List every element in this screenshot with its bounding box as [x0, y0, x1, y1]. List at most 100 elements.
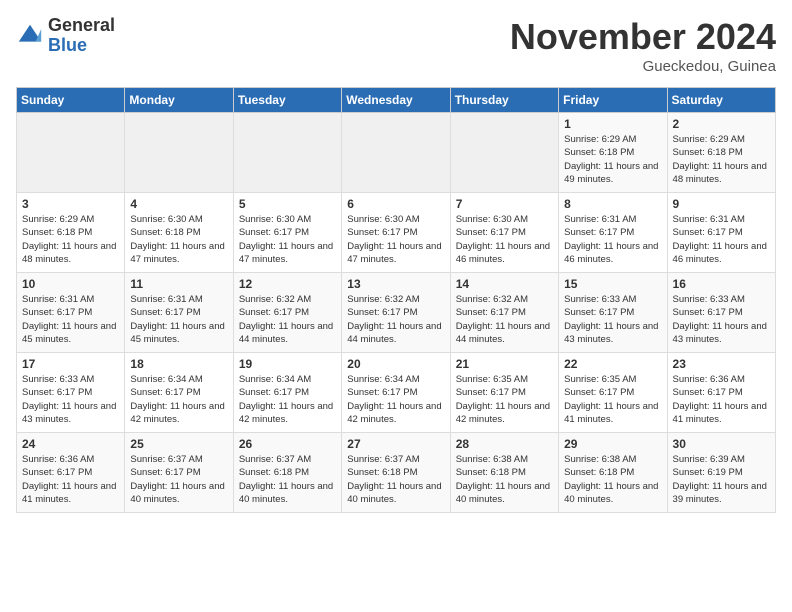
table-row: 1 Sunrise: 6:29 AM Sunset: 6:18 PM Daylig… — [559, 113, 667, 193]
day-number: 28 — [456, 437, 553, 451]
day-number: 4 — [130, 197, 227, 211]
table-row: 4 Sunrise: 6:30 AM Sunset: 6:18 PM Daylig… — [125, 193, 233, 273]
day-info: Sunrise: 6:29 AM Sunset: 6:18 PM Dayligh… — [673, 133, 770, 186]
table-row: 11 Sunrise: 6:31 AM Sunset: 6:17 PM Dayli… — [125, 273, 233, 353]
table-row: 6 Sunrise: 6:30 AM Sunset: 6:17 PM Daylig… — [342, 193, 450, 273]
logo-blue-text: Blue — [48, 36, 115, 56]
table-row: 9 Sunrise: 6:31 AM Sunset: 6:17 PM Daylig… — [667, 193, 775, 273]
day-number: 9 — [673, 197, 770, 211]
day-info: Sunrise: 6:37 AM Sunset: 6:18 PM Dayligh… — [239, 453, 336, 506]
table-row: 19Sunrise: 6:34 AM Sunset: 6:17 PM Dayli… — [233, 353, 341, 433]
day-number: 29 — [564, 437, 661, 451]
table-row: 2 Sunrise: 6:29 AM Sunset: 6:18 PM Daylig… — [667, 113, 775, 193]
logo-icon — [16, 22, 44, 50]
table-row: 17 Sunrise: 6:33 AM Sunset: 6:17 PM Dayli… — [17, 353, 125, 433]
col-sunday: Sunday — [17, 88, 125, 113]
day-info: Sunrise: 6:31 AM Sunset: 6:17 PM Dayligh… — [673, 213, 770, 266]
day-info: Sunrise: 6:34 AM Sunset: 6:17 PM Dayligh… — [347, 373, 444, 426]
day-number: 6 — [347, 197, 444, 211]
table-row: 27 Sunrise: 6:37 AM Sunset: 6:18 PM Dayli… — [342, 433, 450, 513]
location: Gueckedou, Guinea — [510, 58, 776, 75]
calendar-week-row: 3 Sunrise: 6:29 AM Sunset: 6:18 PM Daylig… — [17, 193, 776, 273]
page-header: General Blue November 2024 Gueckedou, Gu… — [16, 16, 776, 75]
col-wednesday: Wednesday — [342, 88, 450, 113]
day-info: Sunrise: 6:29 AM Sunset: 6:18 PM Dayligh… — [564, 133, 661, 186]
day-info: Sunrise: 6:38 AM Sunset: 6:18 PM Dayligh… — [456, 453, 553, 506]
table-row: 13 Sunrise: 6:32 AM Sunset: 6:17 PM Dayli… — [342, 273, 450, 353]
calendar-week-row: 17 Sunrise: 6:33 AM Sunset: 6:17 PM Dayli… — [17, 353, 776, 433]
table-row — [233, 113, 341, 193]
title-block: November 2024 Gueckedou, Guinea — [510, 16, 776, 75]
day-info: Sunrise: 6:30 AM Sunset: 6:18 PM Dayligh… — [130, 213, 227, 266]
day-number: 20 — [347, 357, 444, 371]
day-info: Sunrise: 6:34 AM Sunset: 6:17 PM Dayligh… — [130, 373, 227, 426]
day-info: Sunrise: 6:33 AM Sunset: 6:17 PM Dayligh… — [673, 293, 770, 346]
day-info: Sunrise: 6:31 AM Sunset: 6:17 PM Dayligh… — [22, 293, 119, 346]
day-info: Sunrise: 6:37 AM Sunset: 6:17 PM Dayligh… — [130, 453, 227, 506]
day-number: 22 — [564, 357, 661, 371]
table-row: 21Sunrise: 6:35 AM Sunset: 6:17 PM Dayli… — [450, 353, 558, 433]
day-info: Sunrise: 6:36 AM Sunset: 6:17 PM Dayligh… — [673, 373, 770, 426]
col-tuesday: Tuesday — [233, 88, 341, 113]
day-number: 27 — [347, 437, 444, 451]
day-number: 7 — [456, 197, 553, 211]
day-number: 19 — [239, 357, 336, 371]
table-row: 28 Sunrise: 6:38 AM Sunset: 6:18 PM Dayli… — [450, 433, 558, 513]
logo-general-text: General — [48, 16, 115, 36]
day-info: Sunrise: 6:31 AM Sunset: 6:17 PM Dayligh… — [564, 213, 661, 266]
table-row: 10 Sunrise: 6:31 AM Sunset: 6:17 PM Dayli… — [17, 273, 125, 353]
table-row: 16Sunrise: 6:33 AM Sunset: 6:17 PM Dayli… — [667, 273, 775, 353]
table-row: 20 Sunrise: 6:34 AM Sunset: 6:17 PM Dayli… — [342, 353, 450, 433]
day-number: 8 — [564, 197, 661, 211]
day-number: 12 — [239, 277, 336, 291]
day-number: 1 — [564, 117, 661, 131]
table-row: 25 Sunrise: 6:37 AM Sunset: 6:17 PM Dayli… — [125, 433, 233, 513]
calendar-week-row: 10 Sunrise: 6:31 AM Sunset: 6:17 PM Dayli… — [17, 273, 776, 353]
table-row — [17, 113, 125, 193]
month-title: November 2024 — [510, 16, 776, 58]
day-number: 30 — [673, 437, 770, 451]
day-info: Sunrise: 6:33 AM Sunset: 6:17 PM Dayligh… — [22, 373, 119, 426]
day-number: 2 — [673, 117, 770, 131]
day-info: Sunrise: 6:29 AM Sunset: 6:18 PM Dayligh… — [22, 213, 119, 266]
day-info: Sunrise: 6:35 AM Sunset: 6:17 PM Dayligh… — [564, 373, 661, 426]
day-number: 21 — [456, 357, 553, 371]
table-row: 18Sunrise: 6:34 AM Sunset: 6:17 PM Dayli… — [125, 353, 233, 433]
table-row — [125, 113, 233, 193]
day-info: Sunrise: 6:30 AM Sunset: 6:17 PM Dayligh… — [347, 213, 444, 266]
table-row: 15 Sunrise: 6:33 AM Sunset: 6:17 PM Dayli… — [559, 273, 667, 353]
day-number: 3 — [22, 197, 119, 211]
table-row: 24 Sunrise: 6:36 AM Sunset: 6:17 PM Dayli… — [17, 433, 125, 513]
day-info: Sunrise: 6:30 AM Sunset: 6:17 PM Dayligh… — [456, 213, 553, 266]
day-number: 15 — [564, 277, 661, 291]
table-row: 26 Sunrise: 6:37 AM Sunset: 6:18 PM Dayli… — [233, 433, 341, 513]
day-info: Sunrise: 6:37 AM Sunset: 6:18 PM Dayligh… — [347, 453, 444, 506]
day-number: 5 — [239, 197, 336, 211]
day-number: 14 — [456, 277, 553, 291]
calendar-table: Sunday Monday Tuesday Wednesday Thursday… — [16, 87, 776, 513]
table-row: 22 Sunrise: 6:35 AM Sunset: 6:17 PM Dayli… — [559, 353, 667, 433]
day-number: 25 — [130, 437, 227, 451]
day-info: Sunrise: 6:38 AM Sunset: 6:18 PM Dayligh… — [564, 453, 661, 506]
day-info: Sunrise: 6:31 AM Sunset: 6:17 PM Dayligh… — [130, 293, 227, 346]
day-number: 13 — [347, 277, 444, 291]
table-row: 3 Sunrise: 6:29 AM Sunset: 6:18 PM Daylig… — [17, 193, 125, 273]
day-number: 11 — [130, 277, 227, 291]
day-number: 23 — [673, 357, 770, 371]
day-info: Sunrise: 6:36 AM Sunset: 6:17 PM Dayligh… — [22, 453, 119, 506]
day-number: 26 — [239, 437, 336, 451]
logo: General Blue — [16, 16, 115, 56]
col-saturday: Saturday — [667, 88, 775, 113]
table-row — [450, 113, 558, 193]
day-number: 10 — [22, 277, 119, 291]
day-info: Sunrise: 6:32 AM Sunset: 6:17 PM Dayligh… — [347, 293, 444, 346]
table-row: 5Sunrise: 6:30 AM Sunset: 6:17 PM Daylig… — [233, 193, 341, 273]
day-info: Sunrise: 6:33 AM Sunset: 6:17 PM Dayligh… — [564, 293, 661, 346]
day-number: 17 — [22, 357, 119, 371]
calendar-week-row: 1 Sunrise: 6:29 AM Sunset: 6:18 PM Daylig… — [17, 113, 776, 193]
table-row — [342, 113, 450, 193]
table-row: 14Sunrise: 6:32 AM Sunset: 6:17 PM Dayli… — [450, 273, 558, 353]
col-monday: Monday — [125, 88, 233, 113]
day-number: 24 — [22, 437, 119, 451]
calendar-header-row: Sunday Monday Tuesday Wednesday Thursday… — [17, 88, 776, 113]
